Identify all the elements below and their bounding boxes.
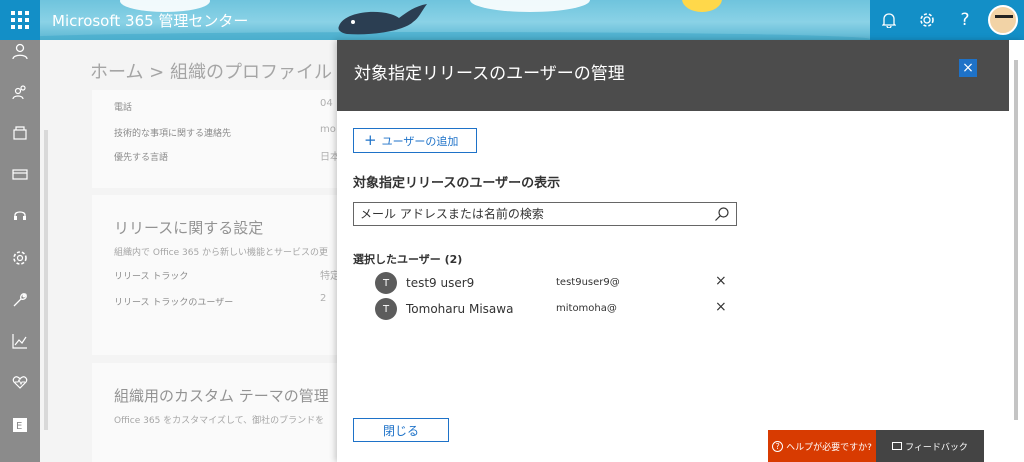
svg-text:E: E bbox=[16, 421, 22, 432]
help-label: ヘルプが必要ですか? bbox=[786, 442, 872, 453]
user-name: test9 user9 bbox=[406, 276, 475, 290]
list-item: T test9 user9 test9user9@ × bbox=[375, 272, 735, 296]
reports-chart-icon[interactable] bbox=[0, 326, 40, 356]
remove-user-icon[interactable]: × bbox=[715, 300, 727, 314]
release-card-subtitle: 組織内で Office 365 から新しい機能とサービスの更 bbox=[114, 248, 329, 258]
add-user-label: ユーザーの追加 bbox=[381, 134, 459, 148]
tech-contact-label: 技術的な事項に関する連絡先 bbox=[114, 129, 232, 139]
left-navigation: E bbox=[0, 40, 40, 462]
help-button[interactable]: ? ヘルプが必要ですか? bbox=[768, 430, 876, 462]
waffle-icon bbox=[11, 11, 29, 29]
release-users-value: 2 bbox=[320, 293, 327, 304]
breadcrumb: ホーム > 組織のプロファイル bbox=[90, 62, 332, 83]
view-users-heading: 対象指定リリースのユーザーの表示 bbox=[353, 176, 561, 191]
plus-icon: + bbox=[364, 131, 377, 149]
settings-icon[interactable] bbox=[0, 243, 40, 273]
health-heart-icon[interactable] bbox=[0, 367, 40, 397]
phone-value: 04 bbox=[320, 98, 333, 109]
release-card-title: リリースに関する設定 bbox=[114, 219, 264, 237]
resources-icon[interactable] bbox=[0, 118, 40, 148]
list-item: T Tomoharu Misawa mitomoha@ × bbox=[375, 298, 735, 322]
header-wave-decoration bbox=[0, 32, 870, 40]
group-icon[interactable] bbox=[0, 77, 40, 107]
billing-icon[interactable] bbox=[0, 159, 40, 189]
user-email: test9user9@ bbox=[556, 277, 620, 288]
feedback-bubble-icon bbox=[892, 442, 903, 450]
avatar: T bbox=[375, 298, 397, 320]
app-launcher-button[interactable] bbox=[0, 0, 40, 40]
release-users-label: リリース トラックのユーザー bbox=[114, 298, 234, 308]
user-search-box bbox=[353, 202, 737, 226]
tech-contact-value: mo bbox=[320, 124, 336, 135]
targeted-release-panel: 対象指定リリースのユーザーの管理 × + ユーザーの追加 対象指定リリースのユー… bbox=[337, 40, 1024, 462]
preferred-language-label: 優先する言語 bbox=[114, 153, 169, 163]
theme-card-subtitle: Office 365 をカスタマイズして、御社のブランドを bbox=[114, 416, 325, 426]
theme-card-title: 組織用のカスタム テーマの管理 bbox=[114, 387, 329, 405]
help-question-icon[interactable]: ? bbox=[946, 0, 984, 40]
help-circle-icon: ? bbox=[772, 440, 784, 452]
avatar: T bbox=[375, 272, 397, 294]
search-input[interactable] bbox=[360, 204, 710, 224]
panel-scrollbar[interactable] bbox=[1012, 60, 1020, 450]
search-icon[interactable] bbox=[714, 206, 730, 222]
app-title[interactable]: Microsoft 365 管理センター bbox=[52, 10, 248, 31]
user-icon[interactable] bbox=[0, 36, 40, 66]
sun-decoration bbox=[682, 0, 722, 12]
release-track-label: リリース トラック bbox=[114, 272, 189, 282]
feedback-label: フィードバック bbox=[905, 442, 968, 453]
selected-users-heading: 選択したユーザー (2) bbox=[353, 253, 463, 266]
panel-title: 対象指定リリースのユーザーの管理 bbox=[354, 64, 625, 84]
phone-label: 電話 bbox=[114, 103, 133, 113]
feedback-button[interactable]: フィードバック bbox=[876, 430, 984, 462]
settings-gear-icon[interactable] bbox=[908, 0, 946, 40]
notification-bell-icon[interactable] bbox=[870, 0, 908, 40]
background-page: ホーム > 組織のプロファイル 電話 04 技術的な事項に関する連絡先 mo 優… bbox=[48, 40, 362, 462]
cloud-decoration bbox=[470, 0, 590, 12]
release-settings-card: リリースに関する設定 組織内で Office 365 から新しい機能とサービスの… bbox=[92, 195, 362, 355]
setup-wrench-icon[interactable] bbox=[0, 285, 40, 315]
header-actions: ? bbox=[870, 0, 1024, 40]
whale-icon bbox=[338, 4, 427, 35]
user-avatar[interactable] bbox=[988, 5, 1018, 35]
panel-header: 対象指定リリースのユーザーの管理 × bbox=[337, 40, 1009, 111]
support-icon[interactable] bbox=[0, 200, 40, 230]
add-user-button[interactable]: + ユーザーの追加 bbox=[353, 128, 477, 153]
custom-theme-card: 組織用のカスタム テーマの管理 Office 365 をカスタマイズして、御社の… bbox=[92, 363, 362, 462]
remove-user-icon[interactable]: × bbox=[715, 274, 727, 288]
user-email: mitomoha@ bbox=[556, 303, 617, 314]
close-button[interactable]: 閉じる bbox=[353, 418, 449, 442]
top-header: Microsoft 365 管理センター ? bbox=[0, 0, 1024, 40]
close-icon[interactable]: × bbox=[959, 59, 977, 77]
contact-card: 電話 04 技術的な事項に関する連絡先 mo 優先する言語 日本 bbox=[92, 90, 362, 188]
user-name: Tomoharu Misawa bbox=[406, 302, 514, 316]
exchange-icon[interactable]: E bbox=[0, 410, 40, 440]
